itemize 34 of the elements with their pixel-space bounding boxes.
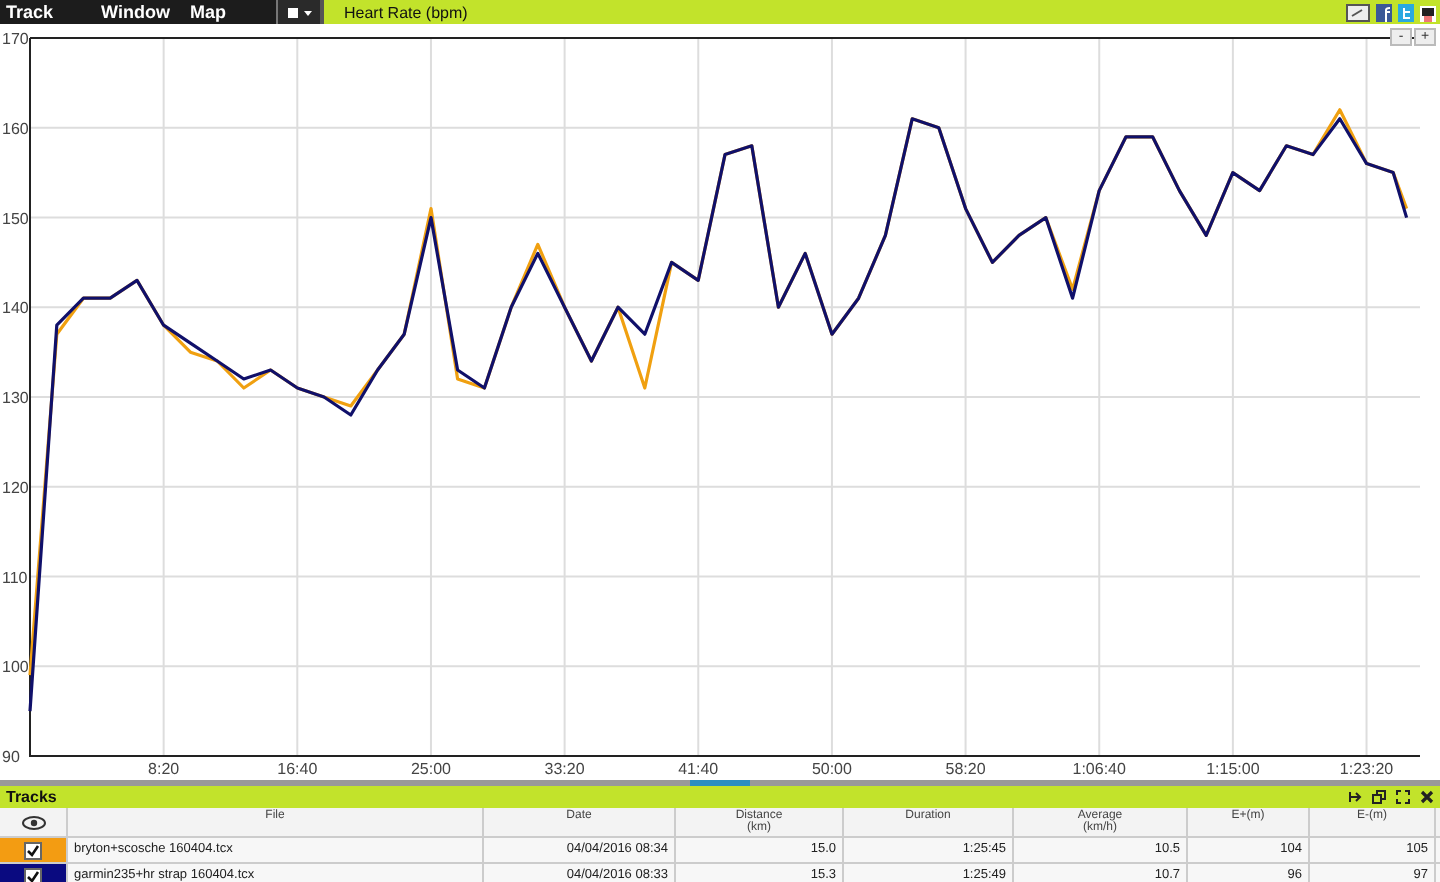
menu-item[interactable]: Map bbox=[189, 0, 226, 24]
x-tick-label: 16:40 bbox=[277, 760, 318, 778]
screen-icon[interactable] bbox=[1346, 3, 1370, 21]
x-tick-label: 25:00 bbox=[410, 760, 451, 778]
menu-item[interactable]: Track bbox=[6, 0, 54, 24]
y-tick-label: 120 bbox=[2, 478, 29, 497]
maximize-icon[interactable] bbox=[1396, 790, 1410, 804]
y-tick-label: 160 bbox=[2, 119, 29, 138]
x-tick-label: 1:15:00 bbox=[1206, 760, 1260, 778]
y-tick-label: 170 bbox=[2, 30, 29, 48]
social-icon[interactable] bbox=[1376, 3, 1392, 21]
restore-icon[interactable] bbox=[1372, 790, 1386, 804]
x-tick-label: 1:06:40 bbox=[1072, 760, 1126, 778]
x-tick-label: 33:20 bbox=[544, 760, 585, 778]
y-tick-label: 130 bbox=[2, 389, 29, 407]
y-tick-label: 110 bbox=[2, 568, 28, 587]
y-tick-label: 90 bbox=[2, 748, 20, 766]
y-tick-label: 100 bbox=[2, 658, 29, 677]
x-tick-label: 1:23:20 bbox=[1339, 760, 1394, 778]
x-tick-label: 8:20 bbox=[148, 760, 180, 778]
view-dropdown-button[interactable] bbox=[276, 0, 320, 24]
panel-title: Tracks bbox=[6, 788, 57, 806]
menu-item[interactable]: Window bbox=[101, 0, 170, 24]
x-tick-label: 41:40 bbox=[678, 760, 719, 778]
y-tick-label: 150 bbox=[2, 209, 29, 228]
checkbox[interactable] bbox=[24, 867, 42, 882]
x-tick-label: 58:20 bbox=[945, 760, 986, 778]
y-tick-label: 140 bbox=[2, 299, 29, 318]
checkbox[interactable] bbox=[24, 841, 42, 859]
close-icon[interactable] bbox=[1420, 790, 1434, 804]
x-tick-label: 50:00 bbox=[811, 760, 852, 778]
square-caret-icon bbox=[285, 5, 313, 19]
chart-title: Heart Rate (bpm) bbox=[344, 3, 468, 21]
eye-icon bbox=[21, 816, 45, 830]
